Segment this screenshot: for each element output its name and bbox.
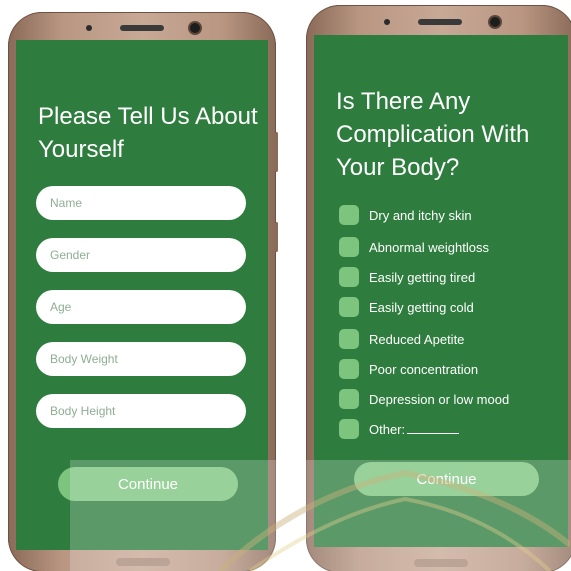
checkbox[interactable]: [339, 205, 359, 225]
sensor-dot: [86, 25, 92, 31]
option-dry-itchy-skin[interactable]: Dry and itchy skin: [339, 204, 472, 226]
gender-field-placeholder: Gender: [50, 248, 91, 262]
checkbox[interactable]: [339, 419, 359, 439]
name-field-placeholder: Name: [50, 196, 83, 210]
option-poor-concentration[interactable]: Poor concentration: [339, 358, 478, 380]
option-label: Reduced Apetite: [369, 331, 465, 347]
body-height-field[interactable]: Body Height: [36, 394, 246, 428]
right-screen: Is There Any Complication With Your Body…: [314, 35, 568, 547]
option-abnormal-weightloss[interactable]: Abnormal weightloss: [339, 236, 489, 258]
body-weight-field[interactable]: Body Weight: [36, 342, 246, 376]
earpiece-speaker: [120, 25, 164, 31]
power-button: [275, 222, 278, 252]
phone-left: Please Tell Us About Yourself Name Gende…: [8, 12, 278, 571]
earpiece-speaker: [418, 19, 462, 25]
body-weight-field-placeholder: Body Weight: [50, 352, 118, 366]
option-other[interactable]: Other:: [339, 418, 460, 440]
option-label: Dry and itchy skin: [369, 207, 472, 223]
body-height-field-placeholder: Body Height: [50, 404, 116, 418]
option-depression-low-mood[interactable]: Depression or low mood: [339, 388, 509, 410]
option-label: Easily getting tired: [369, 269, 476, 285]
continue-button[interactable]: Continue: [354, 462, 539, 496]
checkbox[interactable]: [339, 359, 359, 379]
option-reduced-apetite[interactable]: Reduced Apetite: [339, 328, 464, 350]
checkbox[interactable]: [339, 329, 359, 349]
age-field-placeholder: Age: [50, 300, 72, 314]
page-title: Please Tell Us About Yourself: [38, 103, 258, 163]
option-label: Poor concentration: [369, 361, 479, 377]
option-label: Depression or low mood: [369, 391, 510, 407]
home-indicator: [116, 558, 170, 566]
sensor-dot: [384, 19, 390, 25]
option-label: Abnormal weightloss: [369, 239, 489, 255]
checkbox[interactable]: [339, 267, 359, 287]
front-camera-icon: [490, 17, 500, 27]
left-screen: Please Tell Us About Yourself Name Gende…: [16, 40, 268, 550]
home-indicator: [414, 559, 468, 567]
volume-button: [275, 132, 278, 172]
option-label: Easily getting cold: [369, 299, 474, 315]
page-title: Is There Any Complication With Your Body…: [336, 88, 530, 181]
name-field[interactable]: Name: [36, 186, 246, 220]
checkbox[interactable]: [339, 389, 359, 409]
option-label: Other:: [369, 421, 406, 437]
other-text-line[interactable]: [407, 424, 460, 434]
checkbox[interactable]: [339, 297, 359, 317]
checkbox[interactable]: [339, 237, 359, 257]
option-easily-getting-tired[interactable]: Easily getting tired: [339, 266, 475, 288]
age-field[interactable]: Age: [36, 290, 246, 324]
option-easily-getting-cold[interactable]: Easily getting cold: [339, 296, 474, 318]
gender-field[interactable]: Gender: [36, 238, 246, 272]
continue-button[interactable]: Continue: [58, 467, 238, 501]
phone-right: Is There Any Complication With Your Body…: [306, 5, 571, 571]
front-camera-icon: [190, 23, 200, 33]
